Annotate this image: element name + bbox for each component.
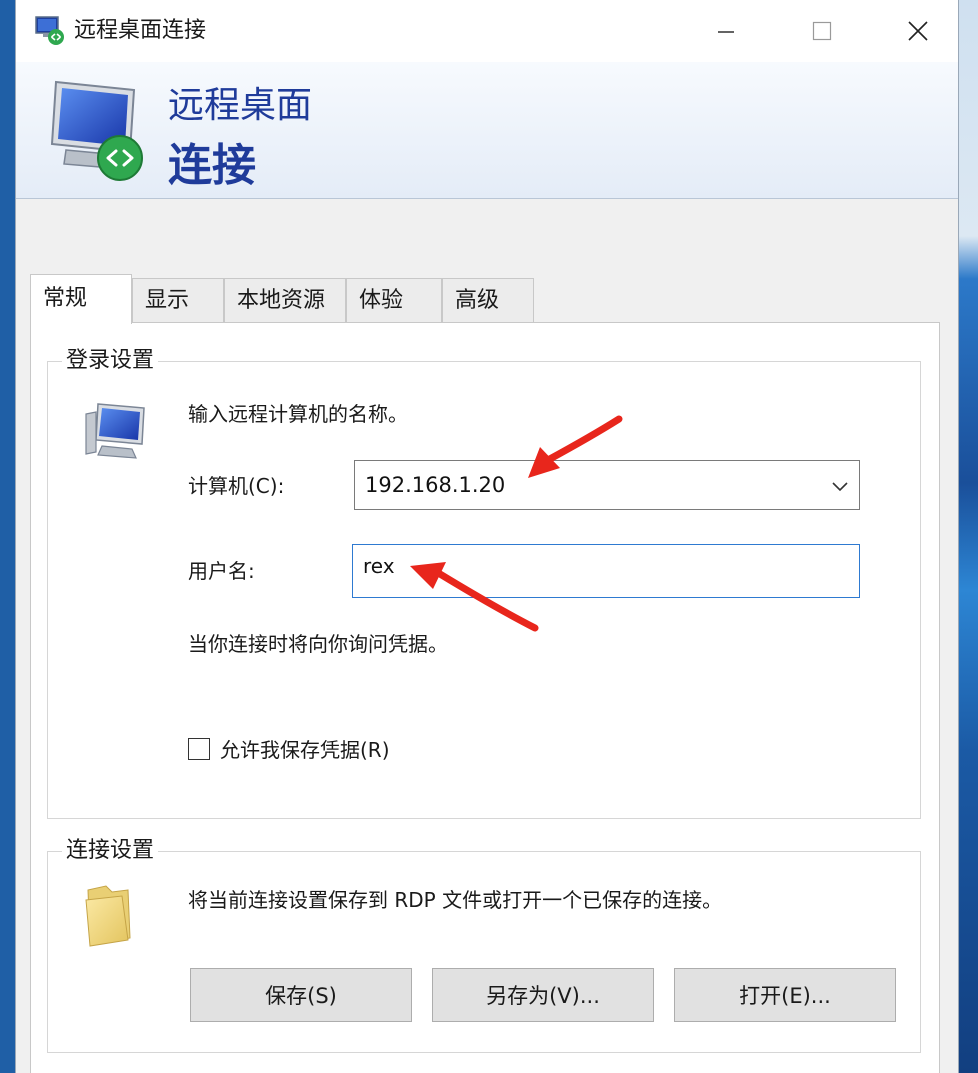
- remote-desktop-icon: [35, 16, 64, 45]
- header-banner: 远程桌面 连接: [16, 62, 958, 199]
- window-title: 远程桌面连接: [74, 18, 207, 43]
- close-icon: [908, 21, 928, 41]
- banner-title-line1: 远程桌面: [168, 85, 313, 126]
- desktop-background: [958, 0, 978, 1073]
- tab-general[interactable]: 常规: [30, 274, 132, 324]
- banner-title-line2: 连接: [168, 140, 256, 191]
- computer-monitor-icon: [85, 403, 145, 459]
- tab-local-resources[interactable]: 本地资源: [224, 278, 346, 322]
- remote-desktop-icon: [50, 80, 143, 181]
- computer-combobox[interactable]: 192.168.1.20: [354, 460, 860, 510]
- username-label: 用户名:: [188, 559, 255, 583]
- folder-icon: [85, 885, 131, 947]
- open-button[interactable]: 打开(E)...: [674, 968, 896, 1022]
- tab-advanced[interactable]: 高级: [442, 278, 534, 322]
- connection-settings-label: 连接设置: [62, 836, 159, 866]
- general-tab-panel: 登录设置 输入远程计算机的名称。 计算机(C): 192.168.1.20 用户…: [30, 322, 940, 1073]
- login-settings-label: 登录设置: [62, 346, 159, 376]
- chevron-down-icon[interactable]: [829, 475, 851, 497]
- login-instruction-text: 输入远程计算机的名称。: [188, 402, 408, 426]
- remote-desktop-window: 远程桌面连接 远程桌面 连接 常规 显示 本地资源 体验 高级 登录设置 输入远…: [16, 0, 958, 1073]
- save-as-button[interactable]: 另存为(V)...: [432, 968, 654, 1022]
- save-credentials-checkbox[interactable]: [188, 738, 210, 760]
- computer-label: 计算机(C):: [188, 474, 285, 498]
- tab-display[interactable]: 显示: [132, 278, 224, 322]
- maximize-button[interactable]: [774, 0, 870, 62]
- save-button[interactable]: 保存(S): [190, 968, 412, 1022]
- minimize-button[interactable]: [678, 0, 774, 62]
- tab-experience[interactable]: 体验: [346, 278, 442, 322]
- minimize-icon: [718, 31, 734, 33]
- connection-description: 将当前连接设置保存到 RDP 文件或打开一个已保存的连接。: [188, 888, 723, 912]
- save-credentials-label[interactable]: 允许我保存凭据(R): [220, 736, 390, 764]
- maximize-icon: [812, 21, 832, 41]
- login-settings-group: 登录设置 输入远程计算机的名称。 计算机(C): 192.168.1.20 用户…: [47, 346, 921, 819]
- close-button[interactable]: [870, 0, 958, 62]
- username-input[interactable]: [352, 544, 860, 598]
- credentials-note: 当你连接时将向你询问凭据。: [188, 632, 448, 656]
- connection-settings-group: 连接设置 将当前连接设置保存到 RDP 文件或打开一个已保存的连接。 保存(S)…: [47, 836, 921, 1053]
- title-bar[interactable]: 远程桌面连接: [16, 0, 958, 62]
- computer-value: 192.168.1.20: [365, 473, 506, 497]
